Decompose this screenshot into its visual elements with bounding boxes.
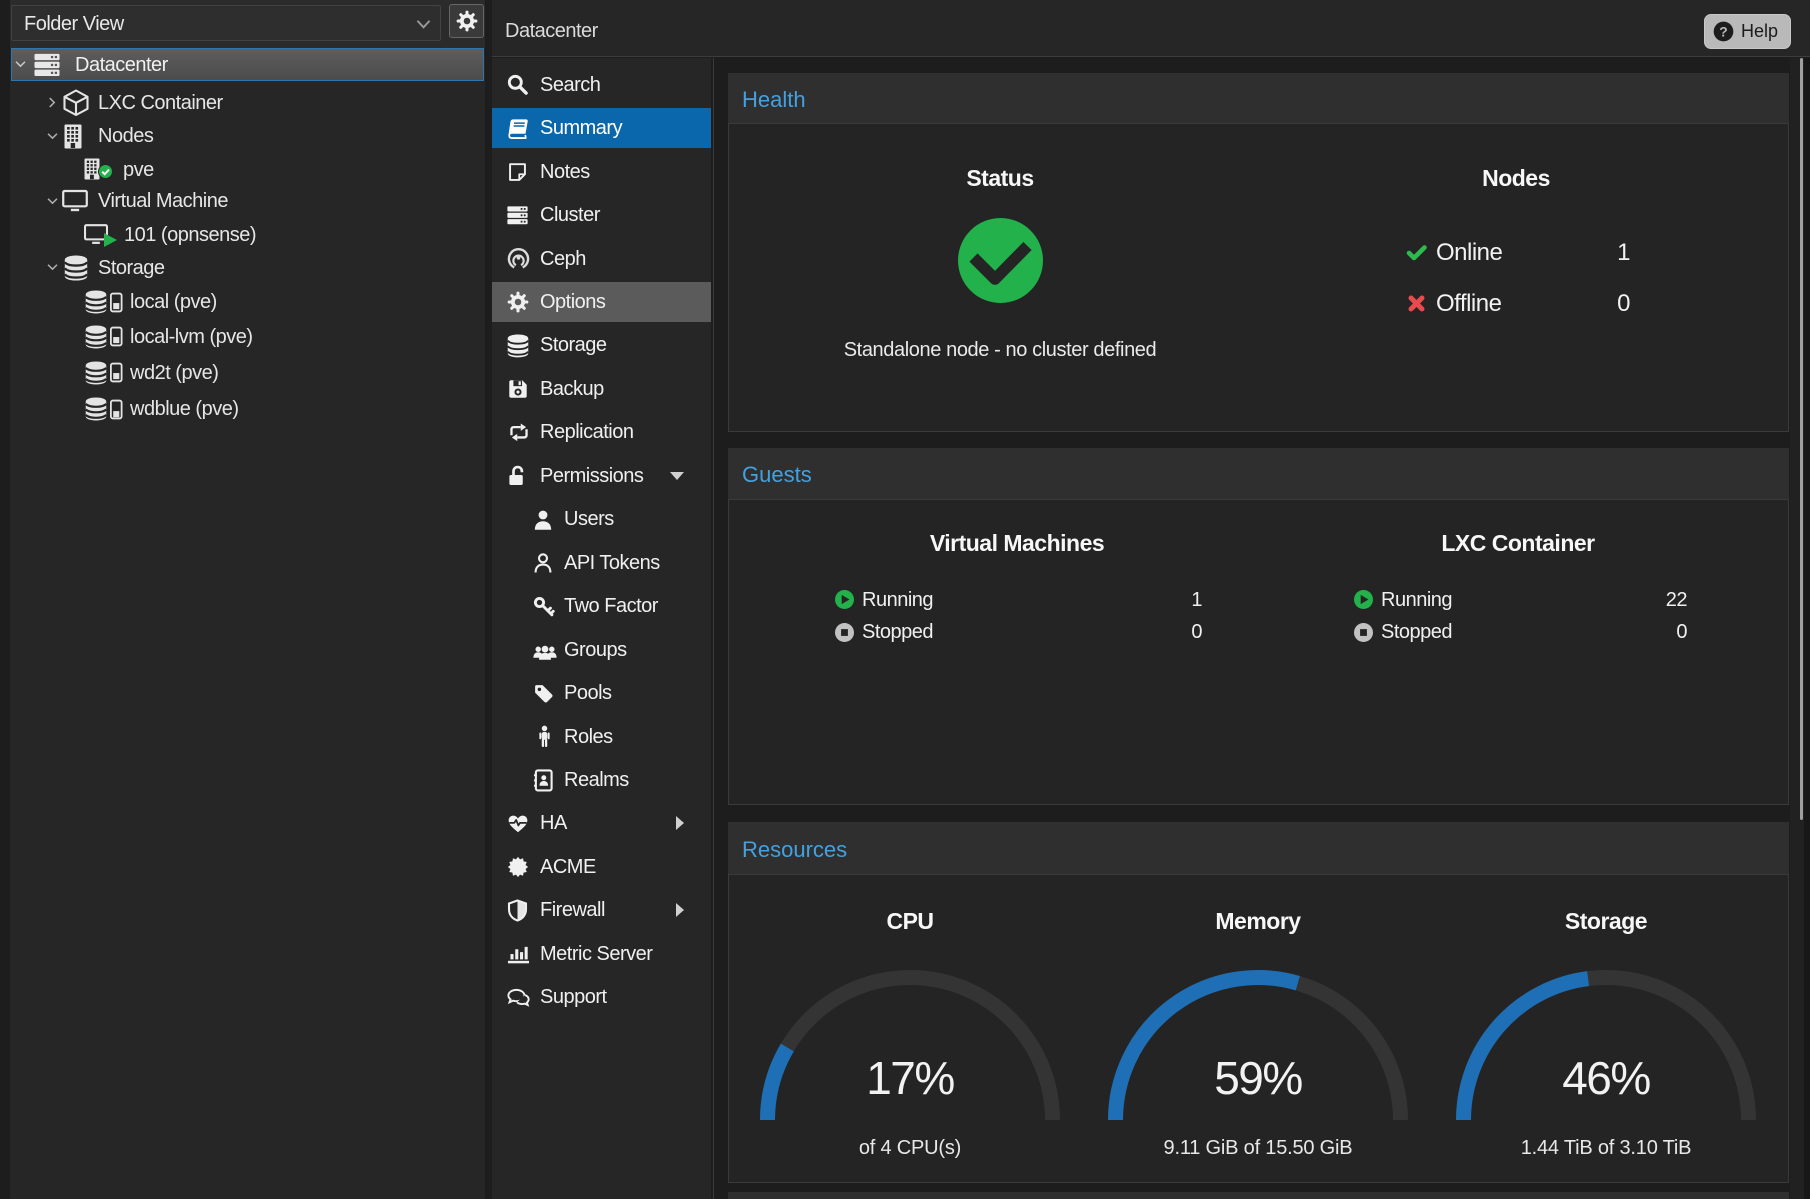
svg-text:?: ? <box>1719 23 1727 39</box>
